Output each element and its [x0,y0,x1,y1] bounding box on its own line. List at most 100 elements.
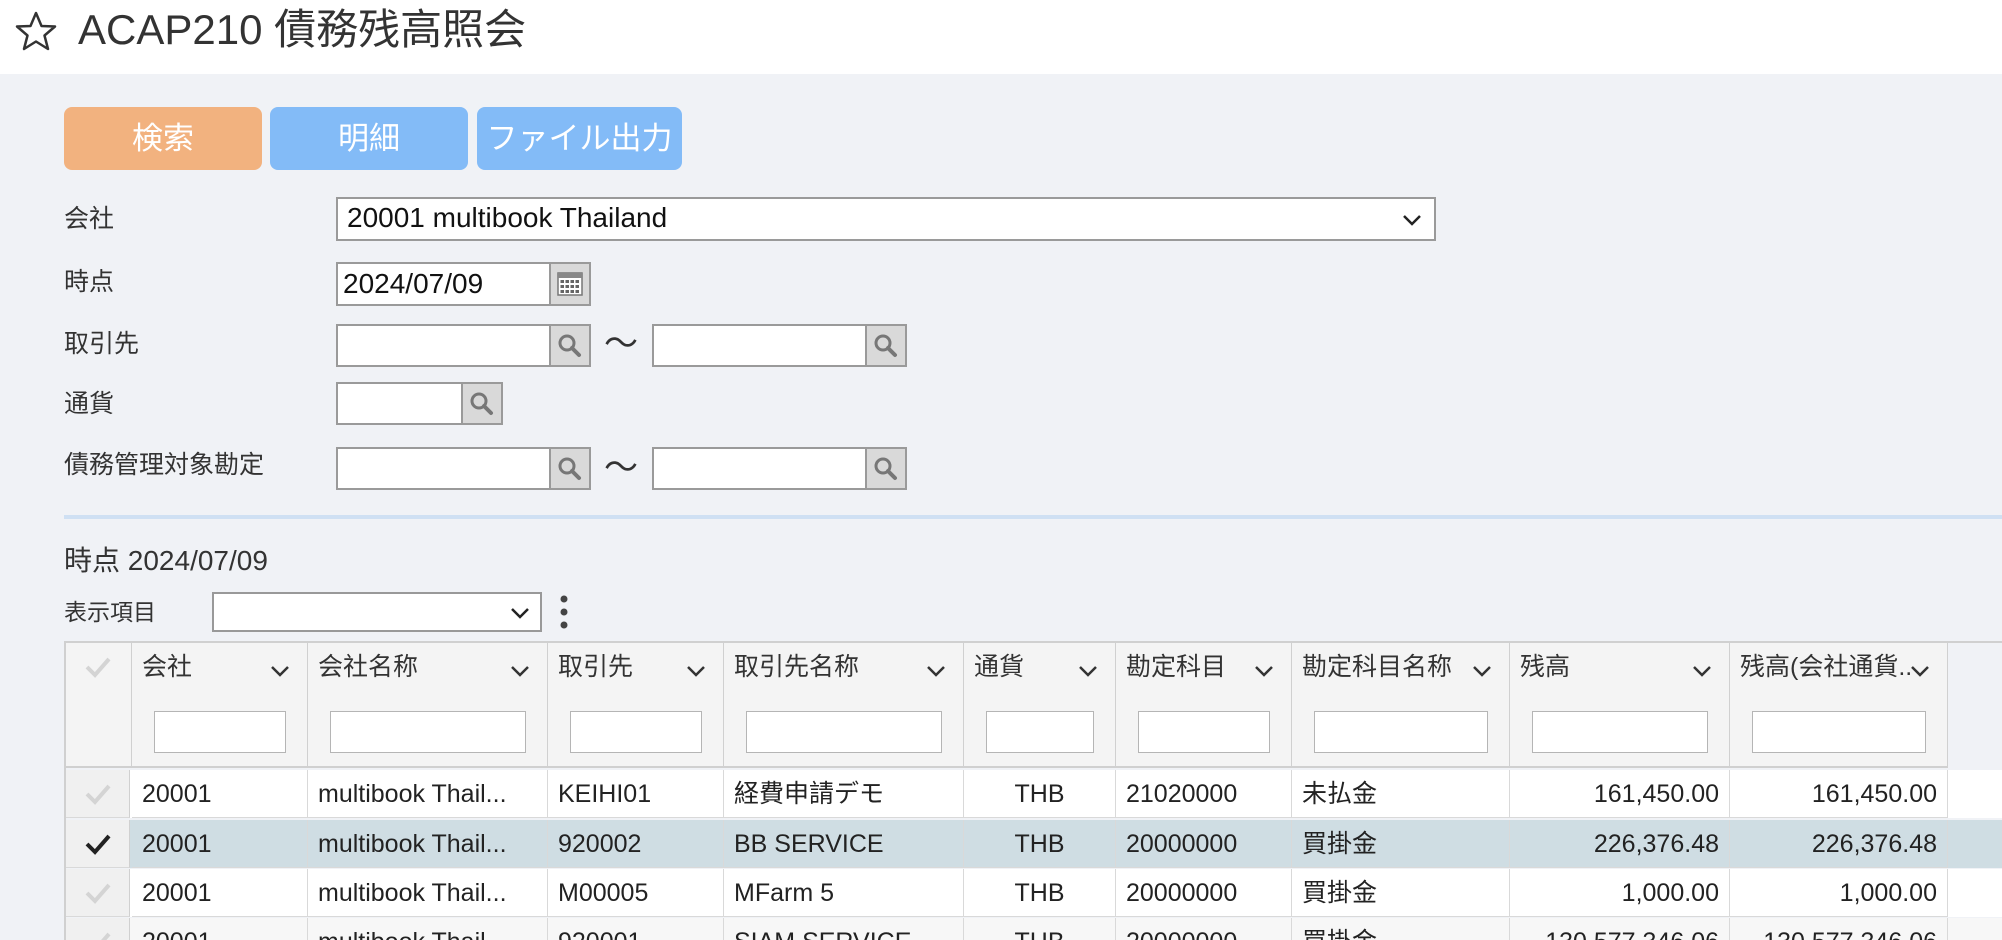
partner-from-input[interactable] [336,324,551,367]
cell-company-name: multibook Thail... [308,918,548,940]
column-filter-input[interactable] [154,711,286,753]
checkmark-icon [85,883,111,904]
cell-balance-company: 130,577,346.06 [1730,918,1948,940]
partner-to-search-button[interactable] [865,324,907,367]
cell-balance: 161,450.00 [1510,770,1730,818]
column-header-balance[interactable]: 残高 [1510,643,1730,768]
column-header-label: 残高 [1520,653,1571,681]
row-checkbox[interactable] [66,770,130,818]
select-all-header[interactable] [66,643,132,768]
column-header-currency[interactable]: 通貨 [964,643,1116,768]
column-header-company-name[interactable]: 会社名称 [308,643,548,768]
account-from-input[interactable] [336,447,551,490]
cell-partner: 920002 [548,820,724,868]
column-header-partner[interactable]: 取引先 [548,643,724,768]
cell-company: 20001 [132,770,308,818]
partner-from-search-button[interactable] [549,324,591,367]
column-header-label: 取引先名称 [734,653,860,681]
column-header-balance-company[interactable]: 残高(会社通貨... [1730,643,1948,768]
table-row[interactable]: 20001 multibook Thail... KEIHI01 経費申請デモ THB 2… [66,770,2002,818]
partner-to-input[interactable] [652,324,867,367]
currency-search-button[interactable] [461,382,503,425]
cell-company: 20001 [132,869,308,917]
company-label: 会社 [64,205,115,233]
title-bar: ACAP210 債務残高照会 [0,0,2002,74]
checkmark-icon [85,834,111,855]
cell-account-name: 買掛金 [1292,869,1510,917]
chevron-down-icon[interactable] [686,665,706,677]
cell-company: 20001 [132,820,308,868]
column-header-company[interactable]: 会社 [132,643,308,768]
balance-table: 会社 会社名称 取引先 取引先名称 通貨 勘定科目 勘定科目名称 残高 残高(会社通貨... 2… [64,641,2002,940]
results-title: 時点 2024/07/09 [64,545,268,576]
row-checkbox[interactable] [66,820,130,868]
column-header-label: 会社 [142,653,193,681]
search-icon [558,457,581,480]
column-header-account[interactable]: 勘定科目 [1116,643,1292,768]
table-row[interactable]: 20001multibook Thail...920001SIAM SERVIC… [66,918,2002,940]
cell-currency: THB [964,869,1116,917]
company-select[interactable]: 20001 multibook Thailand [336,197,1436,241]
account-to-search-button[interactable] [865,447,907,490]
column-header-partner-name[interactable]: 取引先名称 [724,643,964,768]
cell-balance: 1,000.00 [1510,869,1730,917]
search-button[interactable]: 検索 [64,107,262,170]
column-filter-input[interactable] [570,711,702,753]
cell-balance: 130,577,346.06 [1510,918,1730,940]
page-title: ACAP210 債務残高照会 [78,6,527,53]
column-filter-input[interactable] [1314,711,1488,753]
column-header-label: 会社名称 [318,653,419,681]
column-filter-input[interactable] [986,711,1094,753]
row-checkbox[interactable] [66,869,130,917]
column-header-label: 通貨 [974,653,1025,681]
cell-account-name: 買掛金 [1292,820,1510,868]
chevron-down-icon [1403,215,1421,226]
checkmark-icon [101,932,111,940]
company-select-value: 20001 multibook Thailand [347,202,668,233]
chevron-down-icon[interactable] [1910,665,1930,677]
partner-range-separator: 〜 [604,325,638,363]
chevron-down-icon [511,608,529,619]
chevron-down-icon[interactable] [270,665,290,677]
checkmark-icon [85,657,111,678]
row-checkbox[interactable] [66,918,130,940]
cell-partner-name: SIAM SERVICE [724,918,964,940]
table-row[interactable]: 20001 multibook Thail... 920002 BB SERVICE T… [66,820,2002,868]
account-from-search-button[interactable] [549,447,591,490]
column-filter-input[interactable] [1532,711,1708,753]
cell-account: 20000000 [1116,918,1292,940]
display-items-select[interactable] [212,592,542,632]
column-filter-input[interactable] [746,711,942,753]
table-row[interactable]: 20001 multibook Thail... M00005 MFarm 5 THB 2… [66,869,2002,917]
column-header-label: 勘定科目名称 [1302,653,1453,681]
search-icon [470,392,493,415]
chevron-down-icon[interactable] [510,665,530,677]
cell-account: 20000000 [1116,869,1292,917]
cell-currency: THB [964,770,1116,818]
file-export-button[interactable]: ファイル出力 [477,107,682,170]
cell-account-name: 未払金 [1292,770,1510,818]
calendar-button[interactable] [549,262,591,306]
currency-label: 通貨 [64,390,115,418]
column-filter-input[interactable] [1138,711,1270,753]
currency-input[interactable] [336,382,463,425]
column-filter-input[interactable] [330,711,526,753]
cell-company-name: multibook Thail... [308,869,548,917]
column-header-account-name[interactable]: 勘定科目名称 [1292,643,1510,768]
cell-partner: KEIHI01 [548,770,724,818]
chevron-down-icon[interactable] [926,665,946,677]
star-outline-icon[interactable] [14,10,58,54]
cell-currency: THB [964,820,1116,868]
column-filter-input[interactable] [1752,711,1926,753]
chevron-down-icon[interactable] [1692,665,1712,677]
account-range-separator: 〜 [604,449,638,487]
account-to-input[interactable] [652,447,867,490]
as-of-date-input[interactable]: 2024/07/09 [336,262,551,306]
cell-account: 20000000 [1116,820,1292,868]
chevron-down-icon[interactable] [1254,665,1274,677]
more-options-icon[interactable] [558,594,570,630]
detail-button[interactable]: 明細 [270,107,468,170]
chevron-down-icon[interactable] [1078,665,1098,677]
chevron-down-icon[interactable] [1472,665,1492,677]
cell-partner-name: BB SERVICE [724,820,964,868]
